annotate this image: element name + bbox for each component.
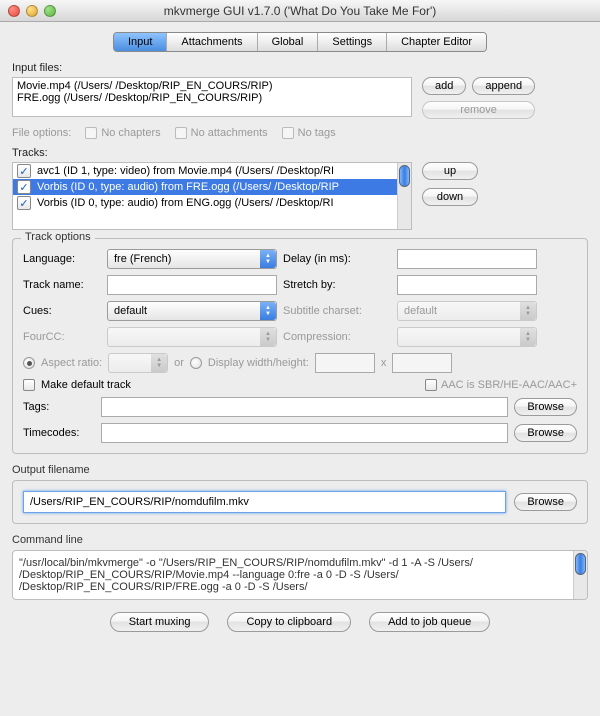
updown-arrows-icon: ▲▼ bbox=[260, 328, 276, 346]
tracks-list[interactable]: ✓avc1 (ID 1, type: video) from Movie.mp4… bbox=[12, 162, 412, 230]
tab-global[interactable]: Global bbox=[258, 33, 319, 51]
track-row[interactable]: ✓Vorbis (ID 0, type: audio) from FRE.ogg… bbox=[13, 179, 411, 195]
aspect-ratio-select: ▲▼ bbox=[108, 353, 168, 373]
delay-label: Delay (in ms): bbox=[283, 253, 391, 265]
command-line-box[interactable]: "/usr/local/bin/mkvmerge" -o "/Users/RIP… bbox=[12, 550, 588, 600]
language-select[interactable]: fre (French)▲▼ bbox=[107, 249, 277, 269]
track-options-legend: Track options bbox=[21, 231, 95, 243]
no-chapters-checkbox: No chapters bbox=[85, 127, 160, 139]
stretch-label: Stretch by: bbox=[283, 279, 391, 291]
no-attachments-checkbox: No attachments bbox=[175, 127, 268, 139]
command-line-text: "/usr/local/bin/mkvmerge" -o "/Users/RIP… bbox=[19, 557, 581, 593]
track-row[interactable]: ✓avc1 (ID 1, type: video) from Movie.mp4… bbox=[13, 163, 411, 179]
scrollbar[interactable] bbox=[573, 551, 587, 599]
language-label: Language: bbox=[23, 253, 101, 265]
no-tags-checkbox: No tags bbox=[282, 127, 336, 139]
track-name-label: Track name: bbox=[23, 279, 101, 291]
compression-select: ▲▼ bbox=[397, 327, 537, 347]
list-item[interactable]: FRE.ogg (/Users/ /Desktop/RIP_EN_COURS/R… bbox=[17, 92, 407, 104]
tab-attachments[interactable]: Attachments bbox=[167, 33, 257, 51]
add-job-queue-button[interactable]: Add to job queue bbox=[369, 612, 490, 632]
delay-input[interactable] bbox=[397, 249, 537, 269]
updown-arrows-icon: ▲▼ bbox=[520, 302, 536, 320]
append-button[interactable]: append bbox=[472, 77, 535, 95]
fourcc-label: FourCC: bbox=[23, 331, 101, 343]
scrollbar[interactable] bbox=[397, 163, 411, 229]
up-button[interactable]: up bbox=[422, 162, 478, 180]
display-wh-label: Display width/height: bbox=[208, 357, 309, 369]
timecodes-input[interactable] bbox=[101, 423, 508, 443]
display-height-input bbox=[392, 353, 452, 373]
display-wh-radio[interactable] bbox=[190, 357, 202, 369]
checkbox-icon[interactable]: ✓ bbox=[17, 196, 31, 210]
start-muxing-button[interactable]: Start muxing bbox=[110, 612, 210, 632]
subtitle-charset-label: Subtitle charset: bbox=[283, 305, 391, 317]
window-title: mkvmerge GUI v1.7.0 ('What Do You Take M… bbox=[0, 4, 600, 18]
output-browse-button[interactable]: Browse bbox=[514, 493, 577, 511]
tab-input[interactable]: Input bbox=[114, 33, 167, 51]
make-default-checkbox[interactable] bbox=[23, 379, 35, 391]
checkbox-icon[interactable]: ✓ bbox=[17, 164, 31, 178]
track-row[interactable]: ✓Vorbis (ID 0, type: audio) from ENG.ogg… bbox=[13, 195, 411, 211]
compression-label: Compression: bbox=[283, 331, 391, 343]
tab-bar: Input Attachments Global Settings Chapte… bbox=[12, 32, 588, 52]
scrollbar-thumb[interactable] bbox=[575, 553, 586, 575]
fourcc-select: ▲▼ bbox=[107, 327, 277, 347]
copy-clipboard-button[interactable]: Copy to clipboard bbox=[227, 612, 351, 632]
track-options-group: Track options Language: fre (French)▲▼ D… bbox=[12, 238, 588, 454]
aac-sbr-checkbox: AAC is SBR/HE-AAC/AAC+ bbox=[425, 379, 577, 391]
make-default-label: Make default track bbox=[41, 379, 131, 391]
timecodes-browse-button[interactable]: Browse bbox=[514, 424, 577, 442]
add-button[interactable]: add bbox=[422, 77, 466, 95]
tags-input[interactable] bbox=[101, 397, 508, 417]
file-options-row: File options: No chapters No attachments… bbox=[12, 127, 588, 139]
output-filename-label: Output filename bbox=[12, 464, 588, 476]
list-item[interactable]: Movie.mp4 (/Users/ /Desktop/RIP_EN_COURS… bbox=[17, 80, 407, 92]
down-button[interactable]: down bbox=[422, 188, 478, 206]
or-label: or bbox=[174, 357, 184, 369]
display-width-input bbox=[315, 353, 375, 373]
timecodes-label: Timecodes: bbox=[23, 427, 95, 439]
tags-label: Tags: bbox=[23, 401, 95, 413]
input-files-list[interactable]: Movie.mp4 (/Users/ /Desktop/RIP_EN_COURS… bbox=[12, 77, 412, 117]
track-name-input[interactable] bbox=[107, 275, 277, 295]
output-filename-input[interactable] bbox=[23, 491, 506, 513]
file-options-label: File options: bbox=[12, 127, 71, 139]
tags-browse-button[interactable]: Browse bbox=[514, 398, 577, 416]
cues-label: Cues: bbox=[23, 305, 101, 317]
x-label: x bbox=[381, 357, 387, 369]
aspect-ratio-radio[interactable] bbox=[23, 357, 35, 369]
subtitle-charset-select: default▲▼ bbox=[397, 301, 537, 321]
input-files-label: Input files: bbox=[12, 62, 588, 74]
aspect-ratio-label: Aspect ratio: bbox=[41, 357, 102, 369]
cues-select[interactable]: default▲▼ bbox=[107, 301, 277, 321]
updown-arrows-icon: ▲▼ bbox=[151, 354, 167, 372]
checkbox-icon[interactable]: ✓ bbox=[17, 180, 31, 194]
updown-arrows-icon: ▲▼ bbox=[260, 250, 276, 268]
remove-button[interactable]: remove bbox=[422, 101, 535, 119]
scrollbar-thumb[interactable] bbox=[399, 165, 410, 187]
updown-arrows-icon: ▲▼ bbox=[260, 302, 276, 320]
updown-arrows-icon: ▲▼ bbox=[520, 328, 536, 346]
tracks-label: Tracks: bbox=[12, 147, 588, 159]
titlebar: mkvmerge GUI v1.7.0 ('What Do You Take M… bbox=[0, 0, 600, 22]
tab-settings[interactable]: Settings bbox=[318, 33, 387, 51]
stretch-input[interactable] bbox=[397, 275, 537, 295]
command-line-label: Command line bbox=[12, 534, 588, 546]
tab-chapter-editor[interactable]: Chapter Editor bbox=[387, 33, 486, 51]
